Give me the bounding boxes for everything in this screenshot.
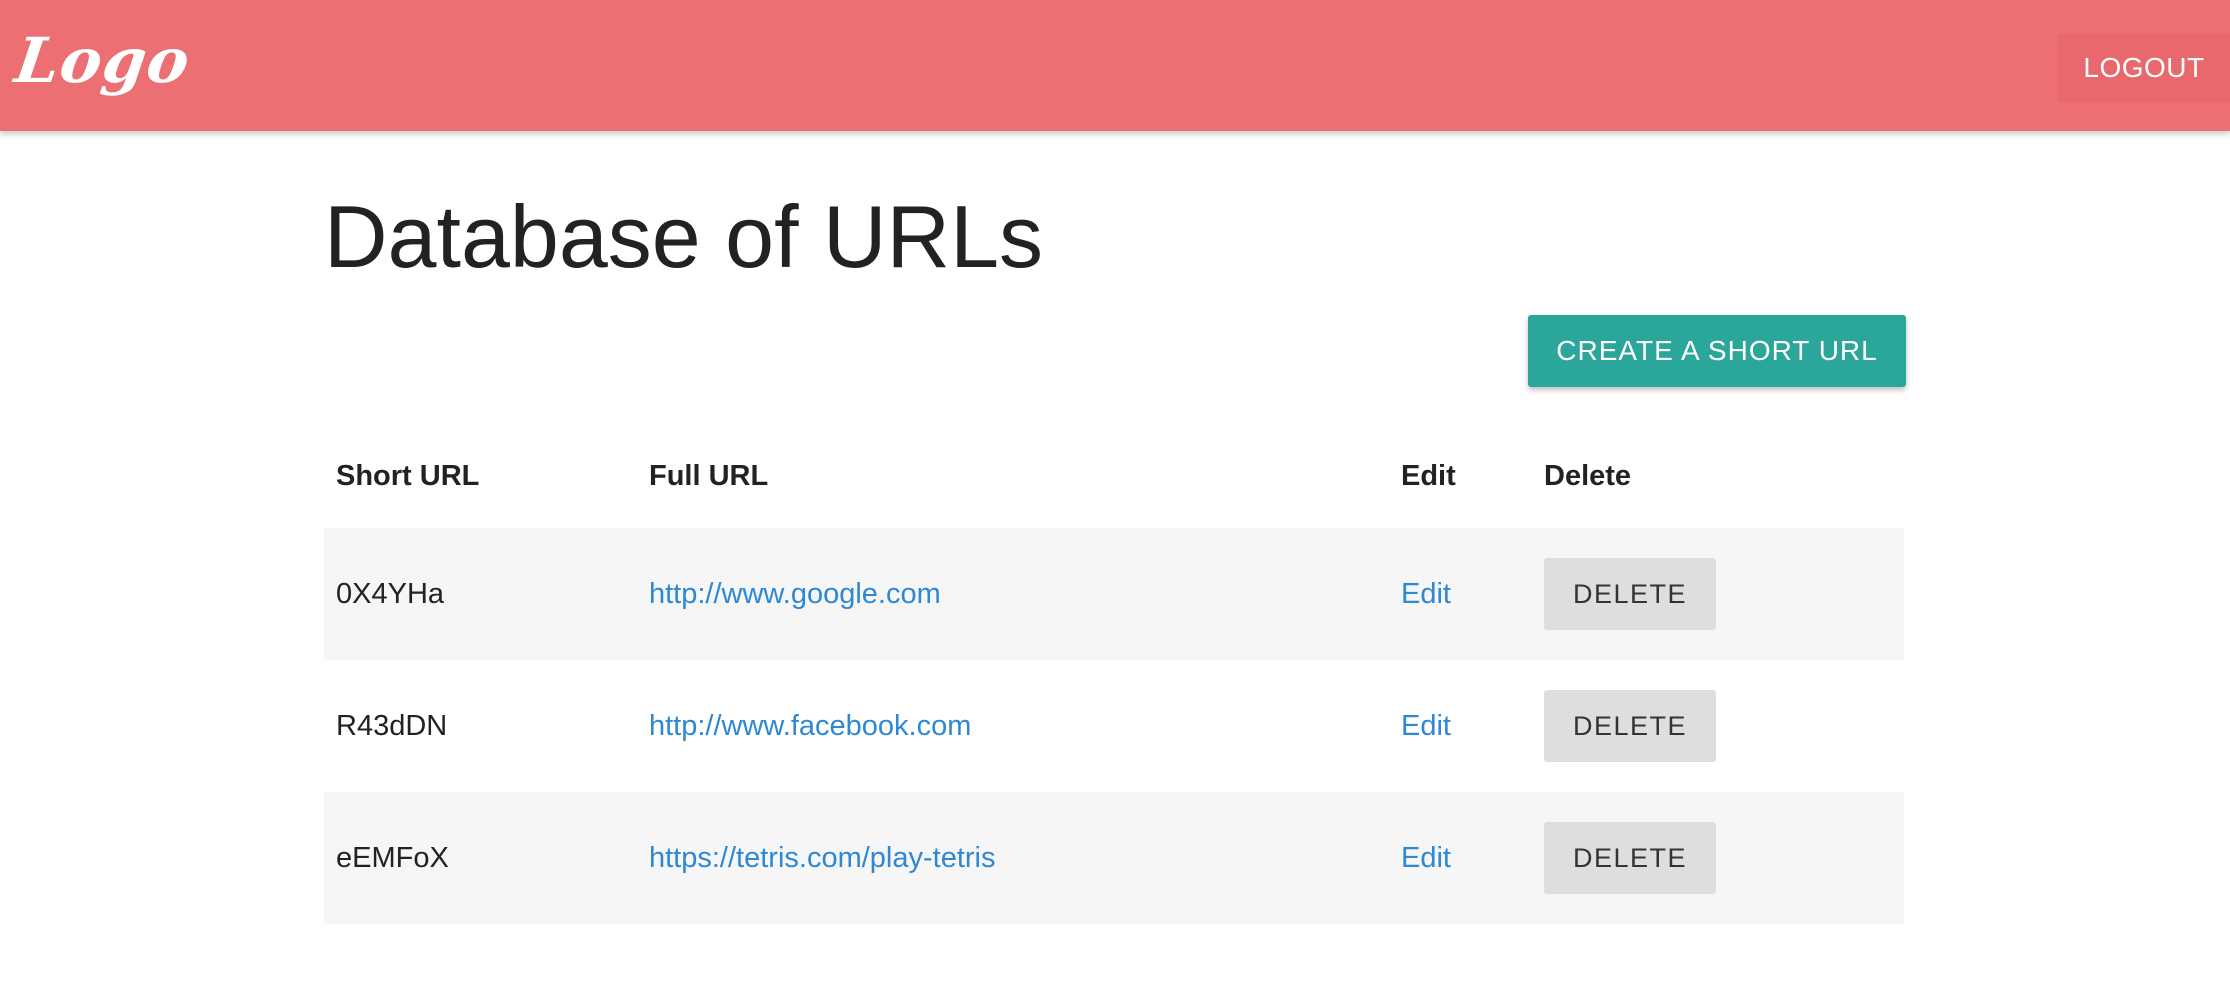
logo[interactable]: Logo xyxy=(11,24,195,97)
logout-button[interactable]: LOGOUT xyxy=(2058,34,2230,102)
full-url-link[interactable]: http://www.facebook.com xyxy=(649,660,971,792)
table-row: R43dDN http://www.facebook.com Edit DELE… xyxy=(324,660,1904,792)
table-header: Short URL Full URL Edit Delete xyxy=(324,430,1904,528)
delete-button[interactable]: DELETE xyxy=(1544,690,1716,762)
delete-button[interactable]: DELETE xyxy=(1544,822,1716,894)
top-navbar: Logo LOGOUT xyxy=(0,0,2230,131)
short-url-cell: 0X4YHa xyxy=(336,578,445,610)
page-title: Database of URLs xyxy=(324,187,1044,286)
header-full-url: Full URL xyxy=(649,460,769,492)
edit-link[interactable]: Edit xyxy=(1401,660,1451,792)
delete-button[interactable]: DELETE xyxy=(1544,558,1716,630)
create-short-url-button[interactable]: CREATE A SHORT URL xyxy=(1528,315,1906,387)
header-delete: Delete xyxy=(1544,460,1632,492)
short-url-cell: eEMFoX xyxy=(336,842,449,874)
table-row: eEMFoX https://tetris.com/play-tetris Ed… xyxy=(324,792,1904,924)
urls-table: Short URL Full URL Edit Delete 0X4YHa ht… xyxy=(324,430,1904,924)
short-url-cell: R43dDN xyxy=(336,710,448,742)
full-url-link[interactable]: https://tetris.com/play-tetris xyxy=(649,792,996,924)
header-short-url: Short URL xyxy=(336,460,480,492)
edit-link[interactable]: Edit xyxy=(1401,792,1451,924)
header-edit: Edit xyxy=(1401,460,1456,492)
edit-link[interactable]: Edit xyxy=(1401,528,1451,660)
full-url-link[interactable]: http://www.google.com xyxy=(649,528,941,660)
table-row: 0X4YHa http://www.google.com Edit DELETE xyxy=(324,528,1904,660)
